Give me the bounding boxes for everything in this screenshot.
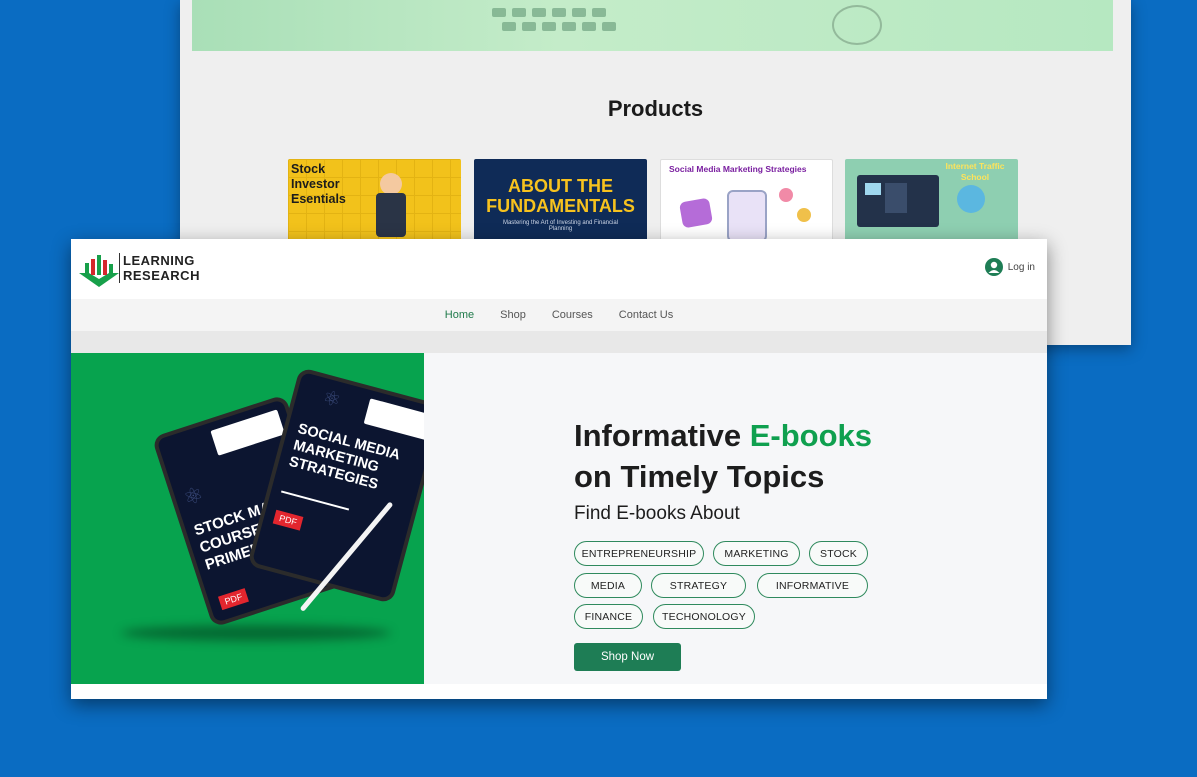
hero-title-line2: on Timely Topics — [574, 459, 825, 494]
tag-informative[interactable]: INFORMATIVE — [757, 573, 868, 598]
logo-line-2: RESEARCH — [123, 268, 200, 283]
footer-band — [71, 684, 1047, 699]
logo-line-1: LEARNING — [123, 253, 195, 268]
product-title: Stock Investor Esentials — [291, 162, 346, 206]
pdf-badge: PDF — [272, 509, 304, 531]
tag-entrepreneurship[interactable]: ENTREPRENEURSHIP — [574, 541, 704, 566]
login-button[interactable]: Log in — [984, 258, 1035, 276]
login-label: Log in — [1007, 261, 1035, 273]
hero-subtitle: Find E-books About — [574, 503, 740, 524]
tag-marketing[interactable]: MARKETING — [713, 541, 800, 566]
nav-item-home[interactable]: Home — [445, 309, 474, 321]
site-header: LEARNING RESEARCH Log in — [71, 239, 1047, 299]
tag-techonology[interactable]: TECHONOLOGY — [653, 604, 755, 629]
tag-stock[interactable]: STOCK — [809, 541, 868, 566]
hero-image: ⚛ STOCK MARKET COURSE AND PRIMER PDF ⚛ S… — [71, 353, 424, 684]
product-card[interactable]: Social Media Marketing Strategies — [660, 159, 833, 245]
user-avatar-icon — [984, 258, 1003, 276]
product-subtitle: Mastering the Art of Investing and Finan… — [502, 220, 619, 232]
shop-now-button[interactable]: Shop Now — [574, 643, 681, 671]
tag-media[interactable]: MEDIA — [574, 573, 642, 598]
main-navigation: Home Shop Courses Contact Us — [71, 299, 1047, 331]
hero-banner-image — [192, 0, 1113, 51]
main-window: LEARNING RESEARCH Log in Home Shop Cours… — [71, 239, 1047, 699]
pdf-badge: PDF — [217, 588, 249, 611]
nav-item-shop[interactable]: Shop — [500, 309, 526, 321]
product-title: ABOUT THE FUNDAMENTALS — [486, 176, 635, 216]
logo-text: LEARNING RESEARCH — [123, 253, 200, 283]
products-heading: Products — [607, 96, 704, 121]
product-card[interactable]: ABOUT THE FUNDAMENTALS Mastering the Art… — [474, 159, 647, 245]
product-card[interactable]: Stock Investor Esentials — [288, 159, 461, 245]
tag-strategy[interactable]: STRATEGY — [651, 573, 746, 598]
product-title: Internet Traffic School — [945, 161, 1005, 182]
hero-title-part1: Informative — [574, 418, 750, 453]
product-card[interactable]: Internet Traffic School — [845, 159, 1018, 245]
nav-item-courses[interactable]: Courses — [552, 309, 593, 321]
tag-finance[interactable]: FINANCE — [574, 604, 643, 629]
hero-title: Informative E-books on Timely Topics — [574, 415, 872, 497]
hero-title-highlight: E-books — [749, 418, 873, 453]
site-logo[interactable]: LEARNING RESEARCH — [79, 249, 229, 289]
logo-mark-icon — [79, 255, 119, 287]
nav-item-contact-us[interactable]: Contact Us — [619, 309, 673, 321]
product-title: Social Media Marketing Strategies — [669, 164, 807, 174]
divider-band — [71, 331, 1047, 353]
hero-content: Informative E-books on Timely Topics Fin… — [424, 353, 1047, 684]
